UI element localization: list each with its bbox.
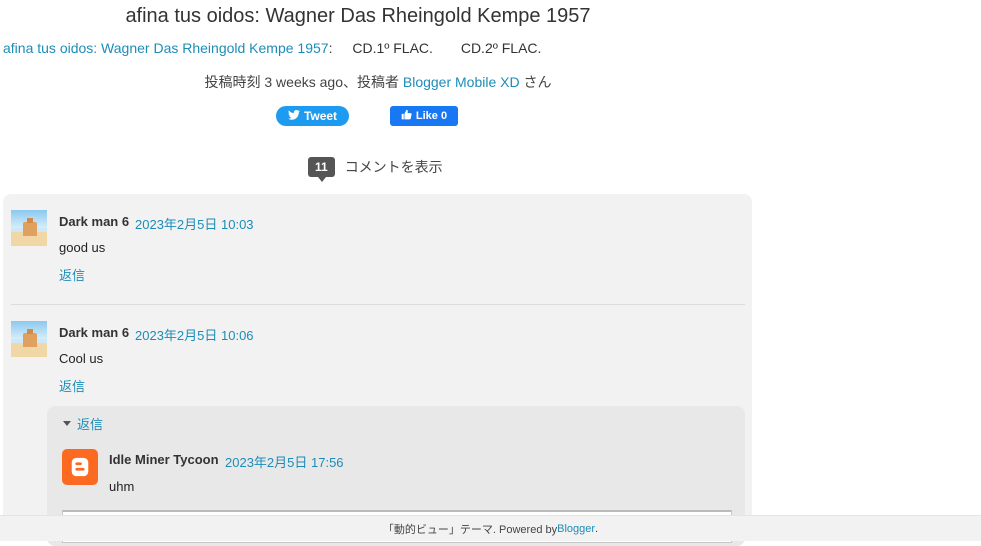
reply-text: uhm [109, 479, 135, 494]
meta-time: 3 weeks ago [264, 74, 343, 90]
comment-text: good us [59, 240, 106, 255]
reply-link[interactable]: 返信 [59, 265, 85, 284]
footer: 「動的ビュー」テーマ. Powered by Blogger. [0, 515, 981, 541]
post-meta: 投稿時刻 3 weeks ago、投稿者 Blogger Mobile XD さ… [0, 72, 756, 92]
triangle-down-icon [63, 421, 71, 426]
comment-text: Cool us [59, 351, 104, 366]
footer-theme-text: 「動的ビュー」テーマ. Powered by [382, 523, 558, 536]
comment-author[interactable]: Dark man 6 [59, 325, 129, 340]
link-separator: : [328, 40, 333, 56]
meta-mid: 、投稿者 [342, 74, 399, 90]
blogger-link[interactable]: Blogger [557, 523, 595, 535]
blogger-icon [62, 449, 98, 485]
cd2-link[interactable]: CD.2º FLAC. [461, 40, 542, 56]
avatar [11, 210, 47, 246]
comments-section: Dark man 6 2023年2月5日 10:03 good us 返信 Da… [3, 194, 752, 546]
reply-date-link[interactable]: 2023年2月5日 17:56 [225, 452, 344, 471]
show-comments-toggle[interactable]: 11 コメントを表示 [308, 157, 443, 182]
thumbs-up-icon [401, 109, 412, 123]
like-button[interactable]: Like 0 [390, 106, 458, 126]
show-comments-label: コメントを表示 [344, 159, 443, 175]
comment-author[interactable]: Dark man 6 [59, 214, 129, 229]
post-title: afina tus oidos: Wagner Das Rheingold Ke… [125, 5, 591, 27]
source-link[interactable]: afina tus oidos: Wagner Das Rheingold Ke… [3, 40, 329, 56]
meta-suffix: さん [523, 74, 552, 90]
tweet-button[interactable]: Tweet [276, 106, 349, 126]
cd1-link[interactable]: CD.1º FLAC. [352, 40, 433, 56]
meta-prefix: 投稿時刻 [204, 74, 261, 90]
tweet-label: Tweet [303, 109, 338, 123]
comment-count-badge: 11 [308, 157, 335, 182]
avatar [11, 321, 47, 357]
author-link[interactable]: Blogger Mobile XD [403, 74, 520, 90]
like-label: Like 0 [415, 110, 448, 122]
collapse-replies-toggle[interactable]: 返信 [63, 414, 103, 433]
comment-date-link[interactable]: 2023年2月5日 10:03 [135, 214, 254, 233]
replies-toggle-label[interactable]: 返信 [77, 414, 103, 433]
reply-link[interactable]: 返信 [59, 376, 85, 395]
reply-author[interactable]: Idle Miner Tycoon [109, 452, 219, 467]
post-links: afina tus oidos: Wagner Das Rheingold Ke… [3, 40, 541, 56]
twitter-bird-icon [287, 109, 300, 123]
comment-divider [11, 304, 745, 305]
comment-date-link[interactable]: 2023年2月5日 10:06 [135, 325, 254, 344]
footer-end: . [595, 522, 599, 535]
